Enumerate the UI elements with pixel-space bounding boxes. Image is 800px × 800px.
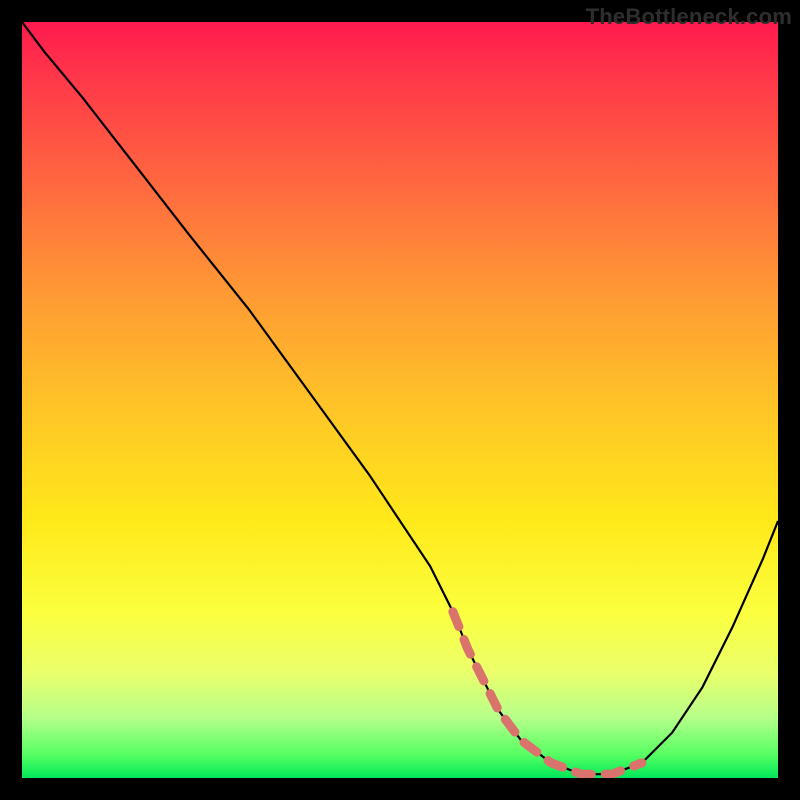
highlight-segment [453,612,642,775]
watermark-text: TheBottleneck.com [586,4,792,30]
chart-frame: TheBottleneck.com [0,0,800,800]
bottleneck-curve [22,22,778,774]
curve-svg [22,22,778,778]
gradient-plot-area [22,22,778,778]
